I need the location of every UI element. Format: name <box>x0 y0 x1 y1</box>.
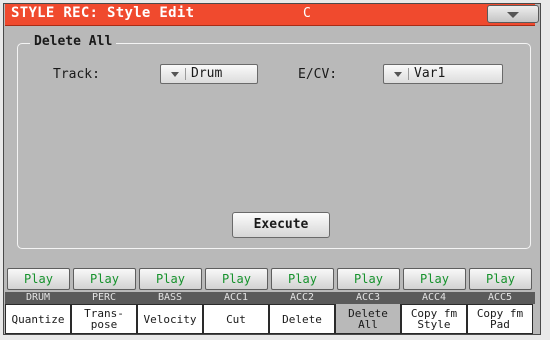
tab-label: Delete <box>348 306 388 320</box>
track-name-drum: DRUM <box>25 292 51 303</box>
track-name-bass: BASS <box>157 292 183 303</box>
play-button-acc2[interactable]: Play <box>271 268 334 290</box>
tab-transpose[interactable]: Trans-pose <box>71 304 137 334</box>
tab-copy-from-style[interactable]: Copy fm Style <box>401 304 467 334</box>
tab-delete-all[interactable]: Delete All <box>335 304 401 334</box>
play-button-acc5[interactable]: Play <box>469 268 532 290</box>
ecv-value: Var1 <box>414 66 446 81</box>
tab-label: Quantize <box>11 312 65 326</box>
play-button-acc4[interactable]: Play <box>403 268 466 290</box>
track-label: Track: <box>53 67 100 82</box>
edit-tabs: Quantize Trans-pose Velocity Cut Delete … <box>5 304 535 334</box>
tab-label-2: Style <box>417 318 451 331</box>
tab-label-2: pose <box>90 318 118 331</box>
play-buttons-row: Play Play Play Play Play Play Play Play <box>5 268 535 292</box>
track-names-row: DRUM PERC BASS ACC1 ACC2 ACC3 ACC4 ACC5 <box>5 292 535 304</box>
dropdown-separator <box>408 68 409 80</box>
chevron-down-icon <box>171 72 179 77</box>
play-button-drum[interactable]: Play <box>7 268 70 290</box>
tab-delete[interactable]: Delete <box>269 304 335 334</box>
tab-label-2: All <box>358 317 378 331</box>
tab-label: Velocity <box>143 312 197 326</box>
panel-title: Delete All <box>30 34 117 49</box>
tab-velocity[interactable]: Velocity <box>137 304 203 334</box>
page-title: STYLE REC: Style Edit <box>11 5 195 21</box>
tab-label: Cut <box>226 312 246 326</box>
play-button-bass[interactable]: Play <box>139 268 202 290</box>
dropdown-separator <box>185 68 186 80</box>
play-button-acc3[interactable]: Play <box>337 268 400 290</box>
tab-label: Delete <box>282 312 322 326</box>
track-name-perc: PERC <box>91 292 117 303</box>
tab-label-2: Pad <box>490 318 510 331</box>
tab-cut[interactable]: Cut <box>203 304 269 334</box>
track-name-acc1: ACC1 <box>223 292 249 303</box>
page-menu-button[interactable] <box>487 5 539 23</box>
track-name-acc4: ACC4 <box>421 292 447 303</box>
ecv-label: E/CV: <box>298 67 338 82</box>
tab-quantize[interactable]: Quantize <box>5 304 71 334</box>
execute-button[interactable]: Execute <box>232 212 330 238</box>
screen: STYLE REC: Style Edit C Delete All Track… <box>0 0 550 340</box>
track-name-acc5: ACC5 <box>487 292 513 303</box>
play-button-acc1[interactable]: Play <box>205 268 268 290</box>
track-value: Drum <box>191 66 223 81</box>
track-name-acc2: ACC2 <box>289 292 315 303</box>
tab-copy-from-pad[interactable]: Copy fm Pad <box>467 304 533 334</box>
play-button-perc[interactable]: Play <box>73 268 136 290</box>
chevron-down-icon <box>394 72 402 77</box>
title-bar: STYLE REC: Style Edit C <box>5 4 539 26</box>
ecv-dropdown[interactable]: Var1 <box>383 64 503 84</box>
track-name-acc3: ACC3 <box>355 292 381 303</box>
menu-arrow-icon <box>507 12 519 18</box>
track-dropdown[interactable]: Drum <box>160 64 258 84</box>
key-indicator: C <box>303 6 311 21</box>
